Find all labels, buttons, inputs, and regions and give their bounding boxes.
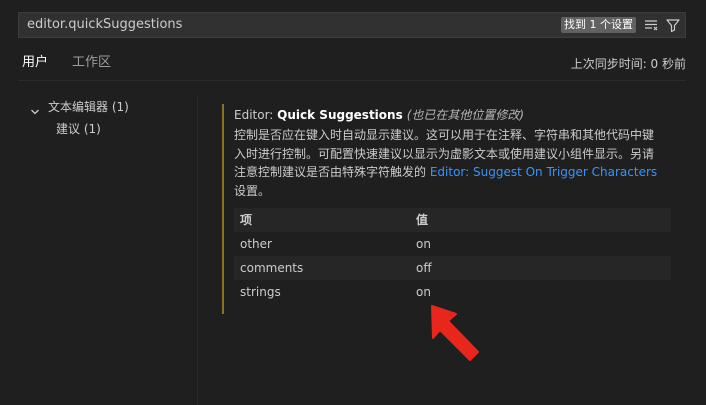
header-item: 项 — [240, 213, 253, 227]
settings-scope-tabs: 用户 工作区 — [18, 52, 115, 81]
clear-filter-icon[interactable] — [643, 17, 659, 33]
modified-indicator — [222, 104, 224, 314]
setting-name: Quick Suggestions — [277, 108, 403, 122]
setting-title: Editor: Quick Suggestions (也已在其他位置修改) — [234, 104, 671, 126]
result-count-badge: 找到 1 个设置 — [561, 17, 636, 33]
row-value: on — [416, 237, 431, 251]
suggest-on-trigger-link[interactable]: Editor: Suggest On Trigger Characters — [430, 165, 657, 179]
row-key: strings — [240, 285, 281, 299]
setting-description: 控制是否应在键入时自动显示建议。这可以用于在注释、字符串和其他代码中键入时进行控… — [234, 126, 664, 200]
setting-item: Editor: Quick Suggestions (也已在其他位置修改) 控制是… — [222, 104, 671, 314]
settings-search-box[interactable]: editor.quickSuggestions 找到 1 个设置 — [18, 12, 686, 38]
row-key: comments — [240, 261, 304, 275]
filter-icon[interactable] — [665, 17, 681, 33]
row-value: off — [416, 261, 432, 275]
toc-item-label: 文本编辑器 (1) — [48, 100, 129, 114]
modified-elsewhere-note[interactable]: (也已在其他位置修改) — [407, 108, 524, 122]
table-header: 项 值 — [234, 208, 671, 232]
header-divider — [18, 80, 686, 81]
setting-category: Editor: — [234, 108, 278, 122]
table-row[interactable]: other on — [234, 232, 671, 256]
row-key: other — [240, 237, 272, 251]
sync-status: 上次同步时间: 0 秒前 — [570, 57, 686, 71]
tab-user[interactable]: 用户 — [18, 52, 53, 81]
toc-item-suggestions[interactable]: 建议 (1) — [56, 118, 129, 140]
chevron-down-icon — [30, 102, 40, 124]
settings-toc: 文本编辑器 (1) 建议 (1) — [30, 96, 129, 140]
tab-workspace[interactable]: 工作区 — [68, 52, 115, 80]
description-text-end: 设置。 — [234, 183, 271, 198]
setting-value-table: 项 值 other on comments off strings on — [234, 208, 671, 304]
toc-item-label: 建议 (1) — [56, 122, 101, 136]
table-row[interactable]: comments off — [234, 256, 671, 280]
search-input[interactable]: editor.quickSuggestions — [27, 13, 182, 37]
toc-item-text-editor[interactable]: 文本编辑器 (1) — [30, 96, 129, 118]
annotation-arrow-icon — [426, 300, 486, 374]
toc-divider — [197, 96, 198, 405]
header-value: 值 — [416, 213, 429, 227]
